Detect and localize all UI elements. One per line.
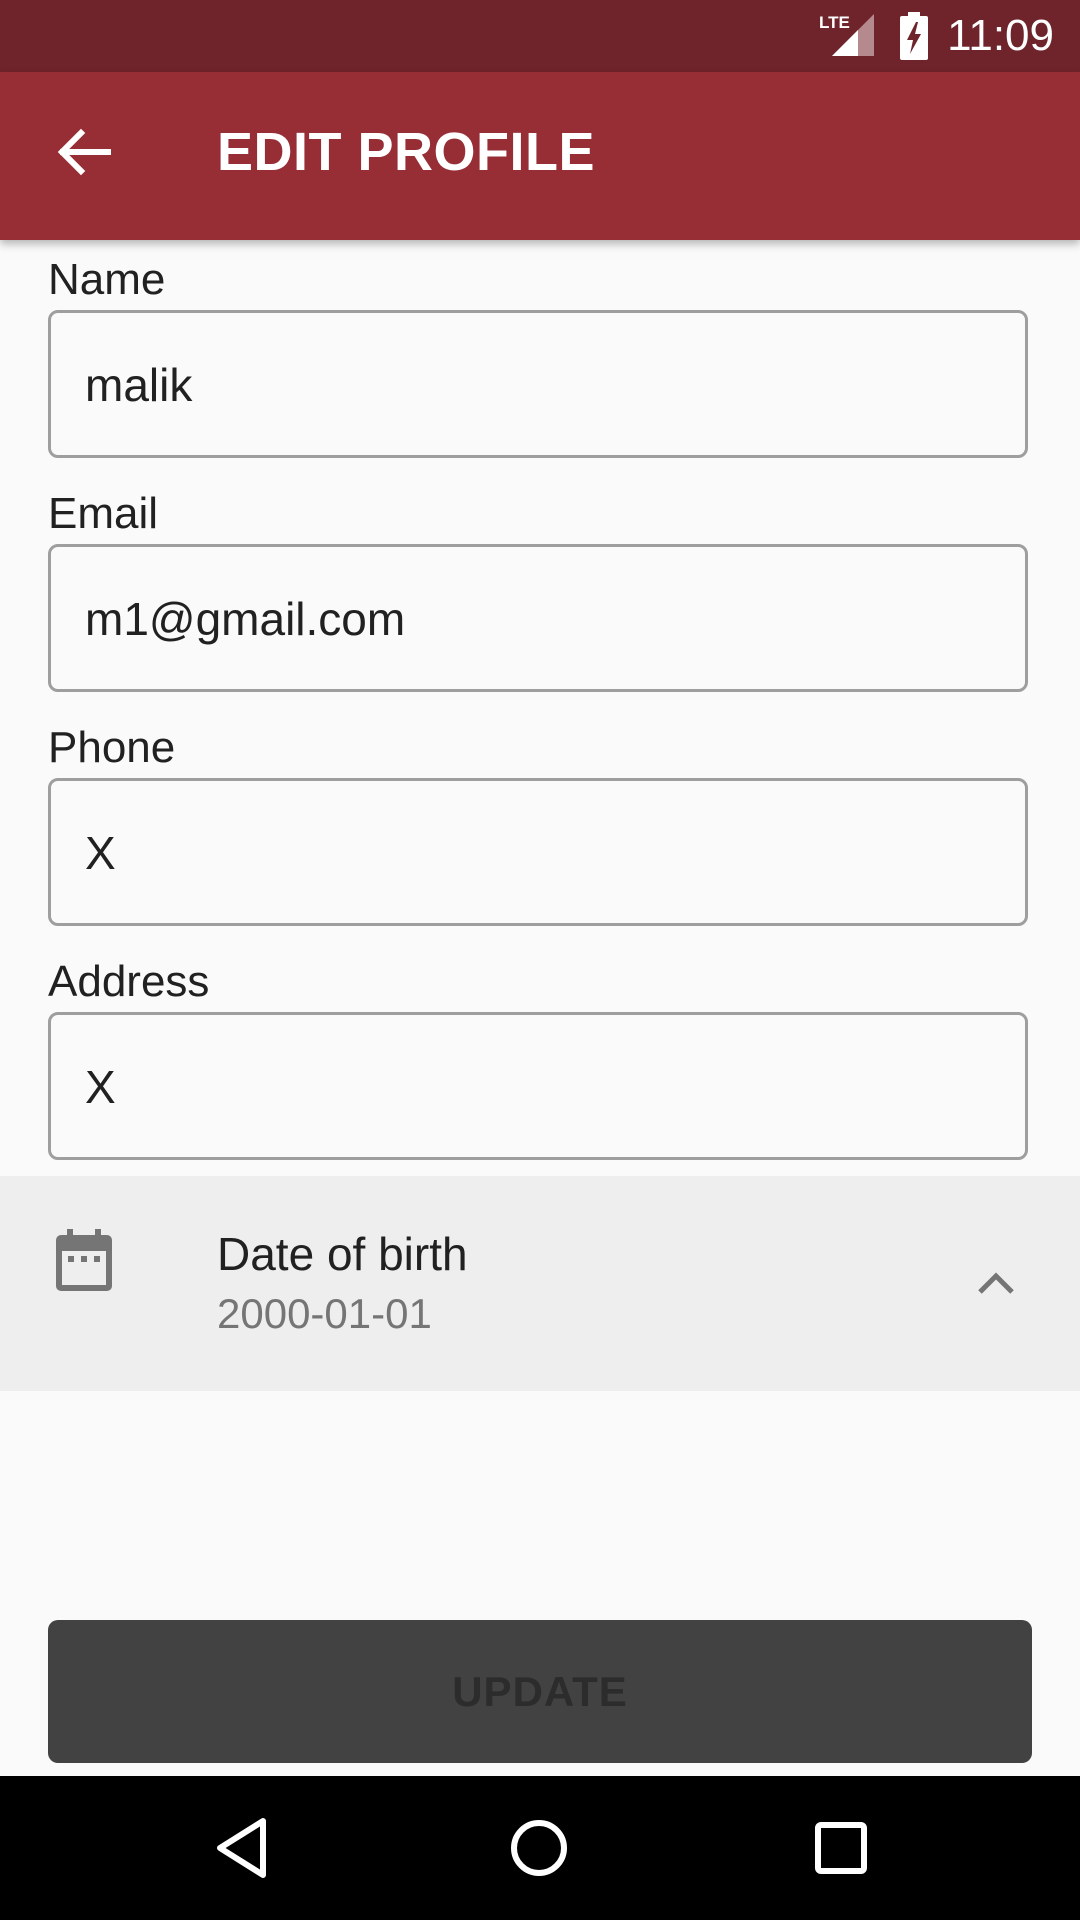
chevron-up-icon[interactable]	[972, 1260, 1020, 1308]
phone-label: Phone	[48, 723, 176, 772]
calendar-icon	[56, 1229, 112, 1291]
email-label: Email	[48, 489, 159, 538]
date-of-birth-panel[interactable]: Date of birth 2000-01-01	[0, 1176, 1080, 1391]
date-of-birth-value: 2000-01-01	[217, 1290, 432, 1337]
nav-recents-icon[interactable]	[806, 1813, 876, 1883]
svg-text:LTE: LTE	[819, 13, 850, 32]
update-button[interactable]: UPDATE	[48, 1620, 1032, 1763]
lte-signal-icon: LTE	[819, 13, 874, 56]
navigation-bar	[0, 1776, 1080, 1920]
name-field[interactable]: malik	[48, 310, 1028, 458]
status-time: 11:09	[947, 11, 1054, 60]
battery-charging-icon	[900, 12, 928, 60]
phone-field[interactable]: X	[48, 778, 1028, 926]
address-value: X	[85, 1061, 116, 1113]
name-label: Name	[48, 255, 166, 304]
page-title: EDIT PROFILE	[217, 122, 596, 182]
arrow-back-icon	[57, 128, 111, 176]
nav-back-icon[interactable]	[208, 1813, 278, 1883]
app-bar: EDIT PROFILE	[0, 72, 1080, 240]
back-button[interactable]	[44, 112, 124, 192]
address-label: Address	[48, 957, 210, 1006]
phone-value: X	[85, 827, 116, 879]
date-of-birth-label: Date of birth	[217, 1228, 468, 1280]
name-value: malik	[85, 359, 193, 411]
email-field[interactable]: m1@gmail.com	[48, 544, 1028, 692]
status-bar: LTE 11:09	[0, 0, 1080, 72]
email-value: m1@gmail.com	[85, 593, 406, 645]
nav-home-icon[interactable]	[504, 1813, 574, 1883]
address-field[interactable]: X	[48, 1012, 1028, 1160]
